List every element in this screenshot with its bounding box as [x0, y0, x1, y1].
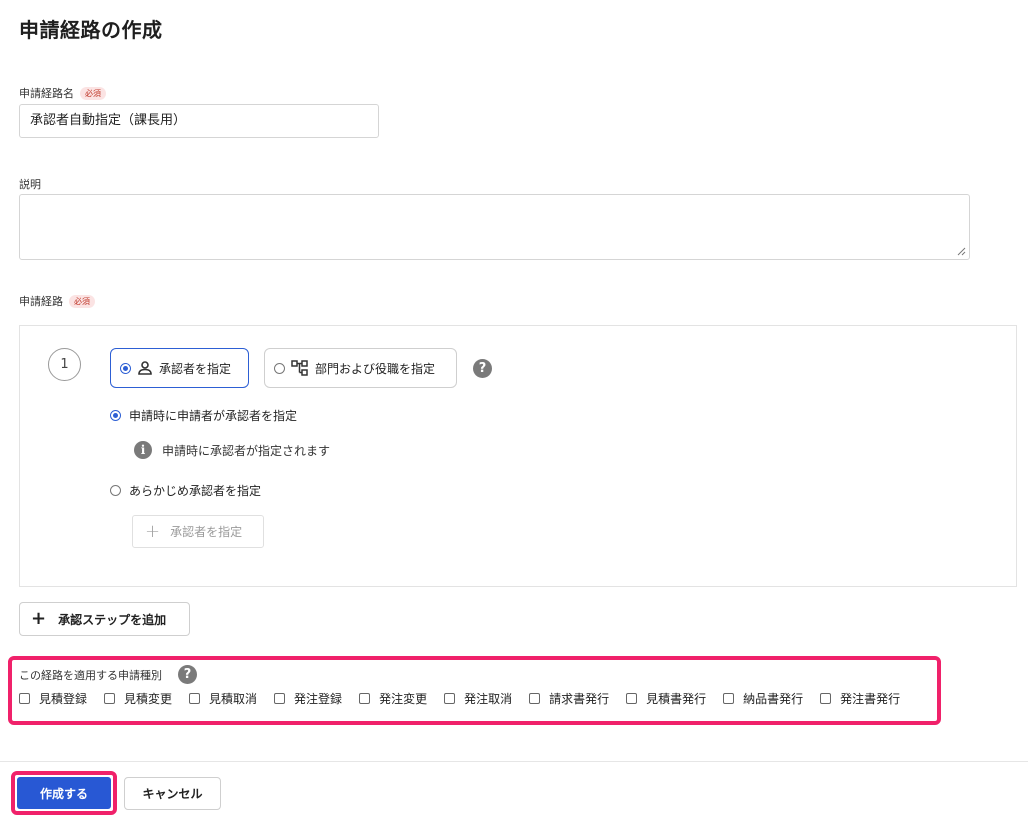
- dept-mode-radio[interactable]: [274, 362, 285, 374]
- assign-approver-label: 承認者を指定: [170, 525, 243, 539]
- description-textarea[interactable]: [19, 194, 970, 260]
- question-circle-icon[interactable]: ?: [473, 359, 492, 378]
- apply-type-item[interactable]: 見積登録: [19, 690, 87, 707]
- apply-type-label: 納品書発行: [743, 692, 804, 706]
- person-icon: [138, 361, 152, 375]
- apply-type-checkbox[interactable]: [529, 693, 541, 704]
- add-step-button[interactable]: + 承認ステップを追加: [19, 602, 190, 636]
- description-label: 説明: [19, 178, 41, 191]
- apply-types-label: この経路を適用する申請種別: [19, 668, 162, 682]
- apply-type-label: 請求書発行: [549, 692, 610, 706]
- apply-type-item[interactable]: 請求書発行: [529, 690, 609, 707]
- apply-type-label: 見積書発行: [646, 692, 707, 706]
- page-title: 申請経路の作成: [19, 18, 163, 42]
- question-circle-icon[interactable]: ?: [178, 665, 197, 684]
- info-text: 申請時に承認者が指定されます: [162, 443, 331, 458]
- apply-type-label: 発注書発行: [840, 692, 901, 706]
- plus-icon: +: [145, 520, 161, 542]
- info-message: i 申請時に承認者が指定されます: [134, 441, 330, 459]
- radio-preset-label: あらかじめ承認者を指定: [129, 484, 262, 498]
- approver-mode-option[interactable]: 承認者を指定: [110, 348, 249, 388]
- apply-type-item[interactable]: 発注変更: [359, 690, 427, 707]
- step-number: 1: [48, 348, 81, 381]
- apply-type-item[interactable]: 納品書発行: [723, 690, 803, 707]
- apply-type-checkbox[interactable]: [104, 693, 116, 704]
- radio-applicant-specifies[interactable]: 申請時に申請者が承認者を指定: [110, 407, 297, 424]
- apply-type-label: 見積取消: [209, 692, 258, 706]
- dept-mode-option[interactable]: 部門および役職を指定: [264, 348, 457, 388]
- apply-type-label: 発注変更: [379, 692, 428, 706]
- apply-type-checkbox[interactable]: [820, 693, 832, 704]
- approver-mode-label: 承認者を指定: [159, 361, 232, 376]
- description-label-row: 説明: [19, 176, 41, 192]
- apply-type-item[interactable]: 発注取消: [444, 690, 512, 707]
- radio-preset-approver[interactable]: あらかじめ承認者を指定: [110, 482, 261, 499]
- apply-type-checkbox[interactable]: [359, 693, 371, 704]
- apply-type-item[interactable]: 発注書発行: [820, 690, 900, 707]
- apply-types-list: 見積登録 見積変更 見積取消 発注登録 発注変更 発注取消 請求書発行 見積書発…: [19, 690, 900, 707]
- info-circle-icon: i: [134, 441, 152, 459]
- assign-approver-button[interactable]: + 承認者を指定: [132, 515, 264, 548]
- route-label: 申請経路: [19, 295, 63, 308]
- approver-mode-radio[interactable]: [120, 362, 131, 374]
- resize-grip-icon[interactable]: [957, 247, 966, 256]
- apply-type-checkbox[interactable]: [723, 693, 735, 704]
- required-badge: 必須: [69, 294, 95, 308]
- create-button[interactable]: 作成する: [17, 777, 111, 809]
- org-chart-icon: [291, 360, 308, 376]
- cancel-button[interactable]: キャンセル: [124, 777, 221, 810]
- apply-types-label-row: この経路を適用する申請種別 ?: [19, 665, 197, 684]
- dept-mode-label: 部門および役職を指定: [315, 361, 436, 376]
- route-name-label-row: 申請経路名 必須: [19, 85, 106, 101]
- footer-divider: [0, 761, 1028, 762]
- apply-type-checkbox[interactable]: [626, 693, 638, 704]
- apply-type-label: 発注登録: [294, 692, 343, 706]
- route-label-row: 申請経路 必須: [19, 293, 95, 309]
- apply-type-checkbox[interactable]: [189, 693, 201, 704]
- radio-applicant-input[interactable]: [110, 410, 121, 421]
- apply-type-item[interactable]: 見積取消: [189, 690, 257, 707]
- apply-type-item[interactable]: 見積書発行: [626, 690, 706, 707]
- radio-applicant-label: 申請時に申請者が承認者を指定: [129, 409, 298, 423]
- add-step-label: 承認ステップを追加: [58, 612, 167, 627]
- apply-type-label: 見積登録: [39, 692, 88, 706]
- apply-type-label: 見積変更: [124, 692, 173, 706]
- plus-icon: +: [31, 608, 47, 629]
- route-name-input[interactable]: 承認者自動指定（課長用）: [19, 104, 379, 138]
- radio-preset-input[interactable]: [110, 485, 121, 496]
- route-name-label: 申請経路名: [19, 87, 74, 100]
- apply-type-checkbox[interactable]: [444, 693, 456, 704]
- apply-type-checkbox[interactable]: [274, 693, 286, 704]
- required-badge: 必須: [80, 86, 106, 100]
- apply-type-label: 発注取消: [464, 692, 513, 706]
- apply-type-item[interactable]: 発注登録: [274, 690, 342, 707]
- apply-type-item[interactable]: 見積変更: [104, 690, 172, 707]
- apply-type-checkbox[interactable]: [19, 693, 30, 704]
